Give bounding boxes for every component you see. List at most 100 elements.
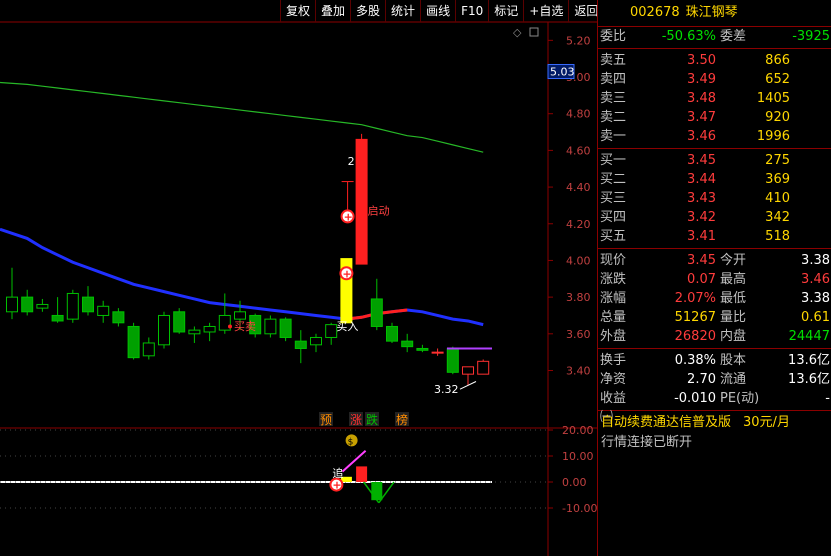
bid-volume: 369 <box>765 172 790 187</box>
candle-body <box>173 311 186 333</box>
candle-body <box>234 311 246 320</box>
quote-value: 3.38 <box>801 253 830 268</box>
bid-row: 买二 3.44 369 <box>598 170 831 189</box>
ask-volume: 920 <box>765 110 790 125</box>
quote-value: 2.07% <box>674 291 716 306</box>
candle-body <box>416 347 429 351</box>
toolbar-overlay-button[interactable]: 叠加 <box>315 0 350 22</box>
ask-volume: 652 <box>765 72 790 87</box>
finance-value: 0.38% <box>674 353 716 368</box>
quote-value: 0.07 <box>687 272 716 287</box>
square-icon <box>529 27 539 37</box>
toolbar-add-favorite-button[interactable]: +自选 <box>523 0 568 22</box>
ask-row: 卖四 3.49 652 <box>598 70 831 89</box>
finance-row: 换手 0.38% 股本 13.6亿 <box>598 351 831 370</box>
candle-body <box>97 305 110 316</box>
toolbar-stats-button[interactable]: 统计 <box>385 0 420 22</box>
finance-label: 净资 <box>600 372 627 387</box>
y-tick-label: 4.60 <box>566 144 591 157</box>
quote-label: 最低 <box>720 291 747 306</box>
toolbar-multi-stock-button[interactable]: 多股 <box>350 0 385 22</box>
diamond-icon: ◇ <box>513 26 522 39</box>
money-bag-symbol: $ <box>348 437 354 447</box>
candle-body <box>310 336 322 346</box>
toolbar-mark-button[interactable]: 标记 <box>488 0 523 22</box>
quote-value: 3.45 <box>687 253 716 268</box>
toolbar-draw-line-button[interactable]: 画线 <box>420 0 455 22</box>
finance-row: 净资 2.70 流通 13.6亿 <box>598 370 831 389</box>
candle-body <box>142 342 155 357</box>
finance-value: 2.70 <box>687 372 716 387</box>
buy-signal-plus: + <box>344 210 353 223</box>
candle-body <box>82 296 94 313</box>
annotation-count: 2 <box>348 155 355 168</box>
connection-status: 行情连接已断开 <box>601 435 693 450</box>
y-tick-label: 20.00 <box>562 424 594 437</box>
indicator-annotation: 追 <box>332 466 343 480</box>
ask-price: 3.48 <box>687 91 716 106</box>
signal-label: 跌 <box>366 412 378 427</box>
ask-row: 卖一 3.46 1996 <box>598 127 831 146</box>
bid-level-label: 买五 <box>600 229 627 244</box>
finance-label: PE(动) <box>720 391 760 406</box>
bid-level-label: 买四 <box>600 210 627 225</box>
promo-text: 自动续费通达信普及版 <box>601 415 732 430</box>
candle-body <box>446 347 459 373</box>
buy-signal-plus: + <box>342 267 351 280</box>
current-price-label: 5.03 <box>550 66 575 79</box>
bid-level-label: 买二 <box>600 172 627 187</box>
quote-label: 内盘 <box>720 329 747 344</box>
ask-level-label: 卖一 <box>600 129 627 144</box>
y-tick-label: 4.40 <box>566 181 591 194</box>
annotation-buy: 买入 <box>336 320 358 333</box>
quote-row: 现价 3.45 今开 3.38 <box>598 251 831 270</box>
promo-banner[interactable]: 自动续费通达信普及版 30元/月 <box>598 413 831 433</box>
stock-name: 珠江钢琴 <box>685 5 738 20</box>
finance-label: 换手 <box>600 353 627 368</box>
signal-label: 榜 <box>396 412 408 427</box>
candle-body <box>127 325 140 359</box>
toolbar-f10-button[interactable]: F10 <box>455 0 488 22</box>
candle-body <box>264 318 277 335</box>
finance-value: -0.010 <box>674 391 716 406</box>
quote-row: 外盘 26820 内盘 24447 <box>598 327 831 346</box>
promo-price: 30元/月 <box>743 415 790 430</box>
bid-row: 买四 3.42 342 <box>598 208 831 227</box>
ask-row: 卖五 3.50 866 <box>598 51 831 70</box>
y-tick-label: 3.60 <box>566 328 591 341</box>
candle-body <box>51 314 64 322</box>
indicator-bar <box>356 466 368 482</box>
quote-panel: 002678 珠江钢琴 委比 -50.63% 委差 -3925 卖五 3.50 866… <box>597 0 831 556</box>
ask-price: 3.50 <box>687 53 716 68</box>
quote-label: 涨跌 <box>600 272 627 287</box>
ask-row: 卖三 3.48 1405 <box>598 89 831 108</box>
ask-volume: 1405 <box>756 91 790 106</box>
ask-level-label: 卖四 <box>600 72 627 87</box>
candle-body <box>462 366 474 375</box>
quote-value: 3.38 <box>801 291 830 306</box>
candle-body <box>36 303 49 309</box>
quote-label: 涨幅 <box>600 291 627 306</box>
kline-chart-area[interactable]: 5.20 5.00 4.80 4.60 4.40 4.20 4.00 3.80 3.60 3.40… <box>0 0 597 556</box>
ask-price: 3.47 <box>687 110 716 125</box>
quote-row: 总量 51267 量比 0.61 <box>598 308 831 327</box>
indicator-bar <box>371 482 383 501</box>
kline-chart-svg[interactable]: 5.205.004.804.604.404.204.003.803.603.40… <box>0 0 597 556</box>
quote-label: 总量 <box>600 310 627 325</box>
ask-level-label: 卖五 <box>600 53 627 68</box>
chart-toolbar: 复权 叠加 多股 统计 画线 F10 标记 +自选 返回 <box>280 0 603 22</box>
toolbar-fuquan-button[interactable]: 复权 <box>280 0 315 22</box>
candle-body <box>6 296 18 313</box>
finance-value: 13.6亿 <box>788 353 830 368</box>
bid-row: 买五 3.41 518 <box>598 227 831 246</box>
signal-label: 预 <box>320 413 332 427</box>
stock-title: 002678 珠江钢琴 <box>598 0 831 27</box>
candle-body <box>279 318 292 338</box>
y-tick-label: 0.00 <box>562 476 587 489</box>
bid-level-label: 买一 <box>600 153 627 168</box>
candle-body <box>21 296 34 313</box>
bid-level-label: 买三 <box>600 191 627 206</box>
quote-label: 量比 <box>720 310 747 325</box>
bid-volume: 518 <box>765 229 790 244</box>
y-tick-label: -10.00 <box>562 502 597 515</box>
